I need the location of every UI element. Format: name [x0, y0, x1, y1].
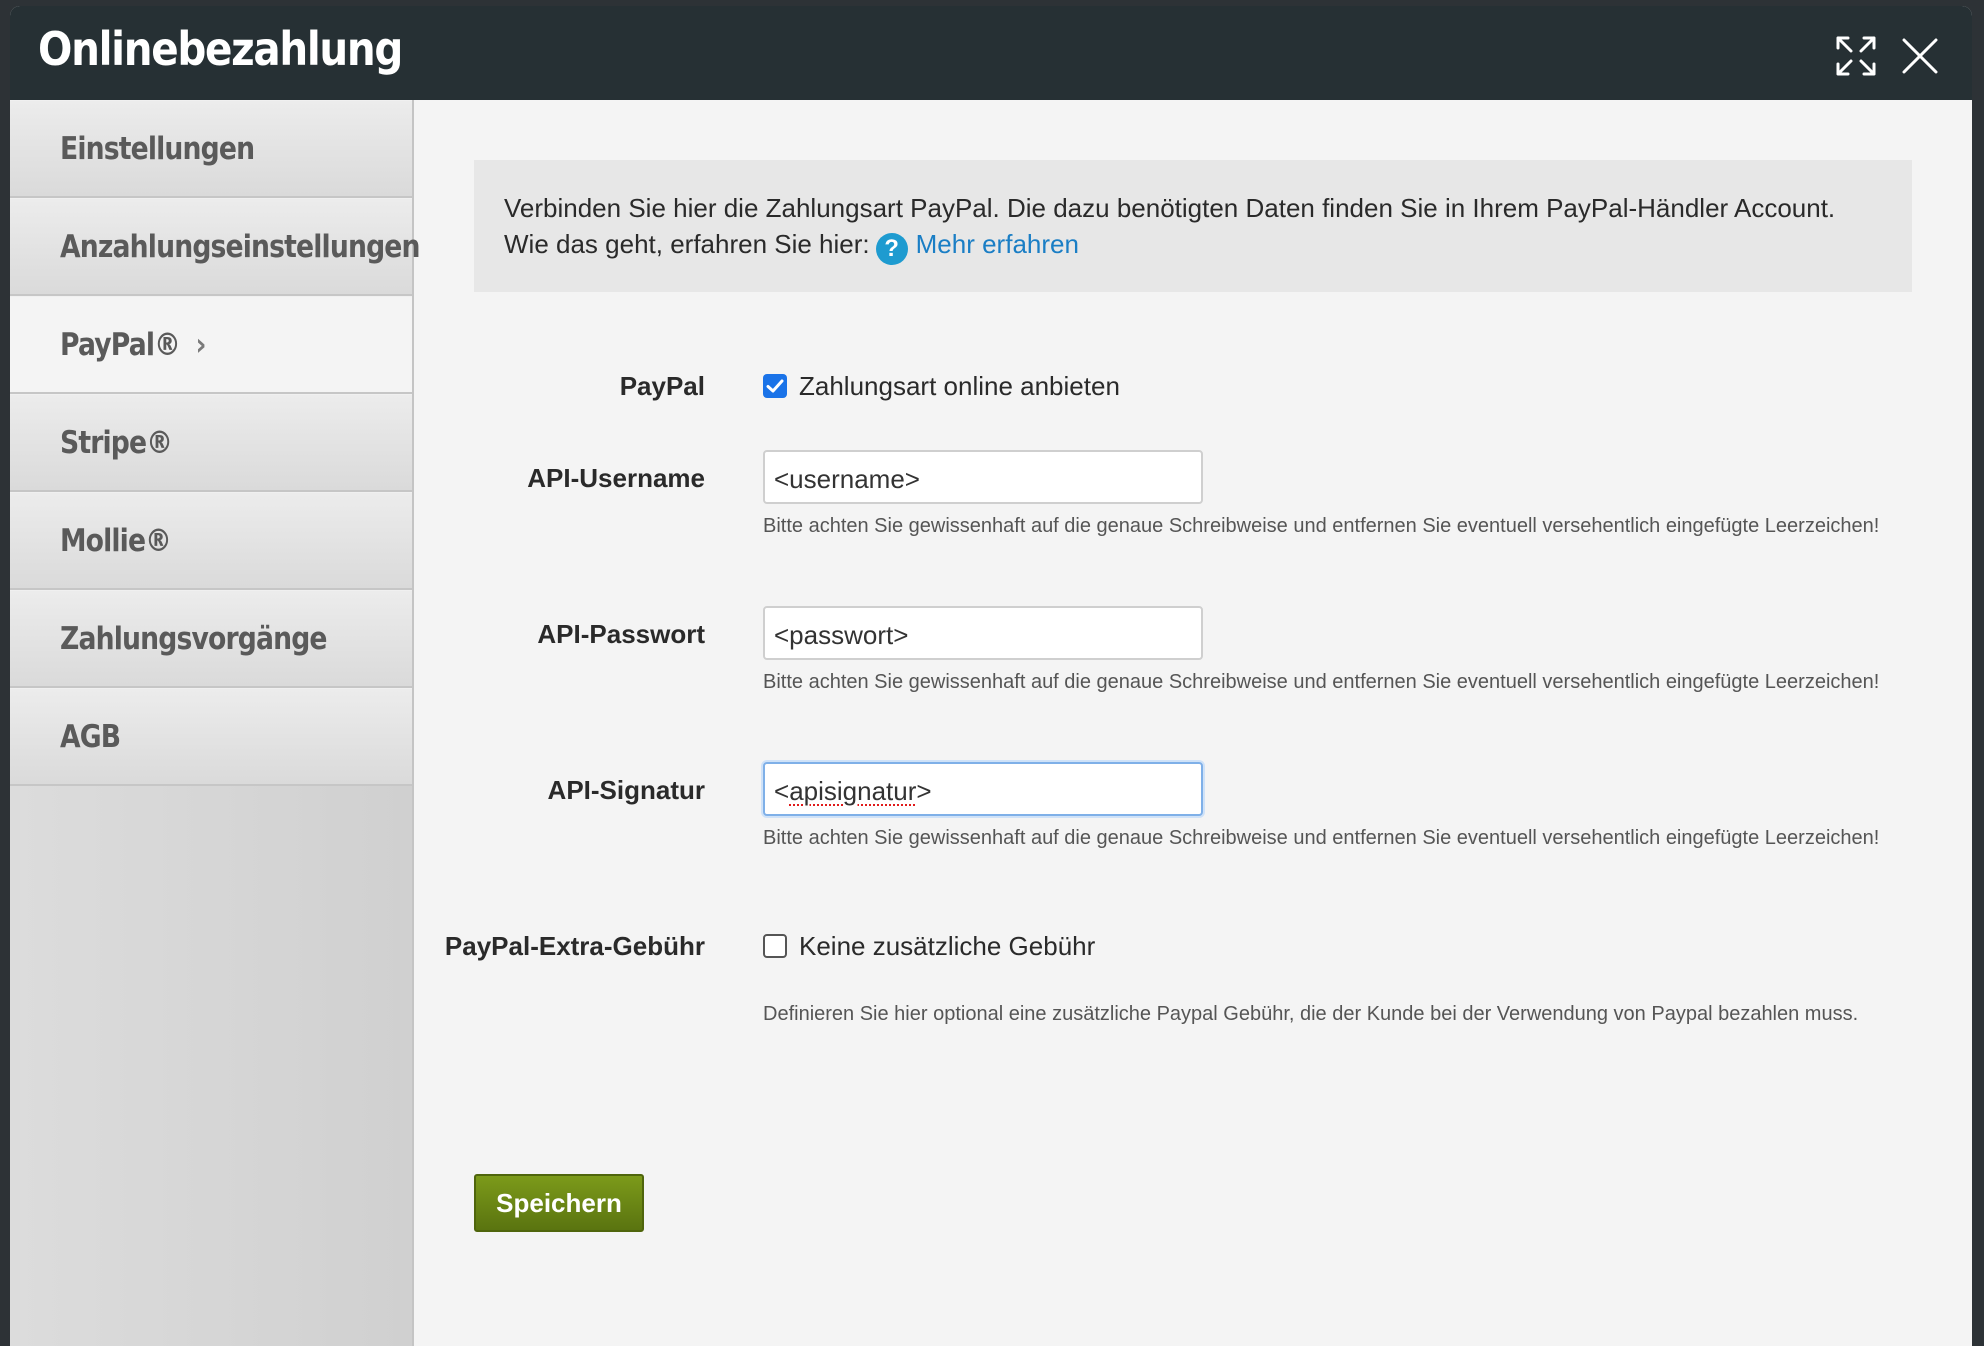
api-password-input[interactable]: <passwort>: [763, 606, 1203, 660]
title-bar: Onlinebezahlung: [10, 6, 1972, 100]
sidebar-item-stripe[interactable]: Stripe®: [10, 394, 412, 492]
sidebar-item-einstellungen[interactable]: Einstellungen: [10, 100, 412, 198]
api-signature-input[interactable]: <apisignatur>: [763, 762, 1203, 816]
api-signature-value-suffix: >: [916, 776, 932, 806]
sidebar-item-zahlungsvorgaenge[interactable]: Zahlungsvorgänge: [10, 590, 412, 688]
chevron-right-icon: ›: [195, 327, 206, 363]
checkmark-icon: [766, 379, 784, 393]
api-signature-value-word: apisignatur: [789, 776, 917, 806]
api-password-hint: Bitte achten Sie gewissenhaft auf die ge…: [763, 671, 1880, 693]
api-username-label: API-Username: [527, 463, 705, 493]
sidebar-nav: Einstellungen Anzahlungseinstellungen Pa…: [10, 100, 421, 1346]
sidebar-item-mollie[interactable]: Mollie®: [10, 492, 412, 590]
api-signature-value-prefix: <: [774, 776, 790, 806]
extra-fee-checkbox[interactable]: [763, 934, 787, 958]
extra-fee-label: PayPal-Extra-Gebühr: [444, 931, 705, 961]
sidebar-item-label: Einstellungen: [60, 131, 255, 167]
paypal-label: PayPal: [619, 371, 705, 401]
dialog-title: Onlinebezahlung: [38, 22, 403, 76]
sidebar-item-anzahlungseinstellungen[interactable]: Anzahlungseinstellungen: [10, 198, 421, 296]
close-icon: [1902, 38, 1938, 74]
paypal-enable-label[interactable]: Zahlungsart online anbieten: [799, 371, 1120, 402]
sidebar-item-paypal[interactable]: PayPal® ›: [10, 296, 412, 394]
sidebar-item-agb[interactable]: AGB: [10, 688, 412, 786]
expand-icon: [1836, 36, 1876, 76]
api-username-hint: Bitte achten Sie gewissenhaft auf die ge…: [763, 515, 1880, 537]
sidebar-item-label: Anzahlungseinstellungen: [60, 229, 421, 265]
api-signature-hint: Bitte achten Sie gewissenhaft auf die ge…: [763, 827, 1880, 849]
info-box: Verbinden Sie hier die Zahlungsart PayPa…: [474, 160, 1912, 292]
sidebar-item-label: AGB: [60, 719, 121, 755]
info-text-line2: Wie das geht, erfahren Sie hier:? Mehr er…: [504, 229, 1079, 265]
save-button[interactable]: Speichern: [474, 1174, 644, 1232]
help-icon[interactable]: ?: [875, 233, 908, 265]
dialog-window: Onlinebezahlung Einstellungen Anzahlungs…: [10, 6, 1972, 1346]
info-text-line1: Verbinden Sie hier die Zahlungsart PayPa…: [504, 193, 1836, 223]
sidebar-item-label: Zahlungsvorgänge: [60, 621, 328, 657]
sidebar-item-label: PayPal® ›: [60, 327, 206, 363]
learn-more-link[interactable]: Mehr erfahren: [916, 229, 1079, 259]
api-password-label: API-Passwort: [537, 619, 705, 649]
api-username-input[interactable]: <username>: [763, 450, 1203, 504]
close-button[interactable]: [1896, 32, 1944, 80]
expand-button[interactable]: [1832, 32, 1880, 80]
main-content: Verbinden Sie hier die Zahlungsart PayPa…: [414, 100, 1972, 1346]
sidebar-item-text: PayPal®: [60, 327, 181, 363]
extra-fee-hint: Definieren Sie hier optional eine zusätz…: [763, 1003, 1859, 1025]
sidebar-item-label: Stripe®: [60, 425, 173, 461]
paypal-enable-checkbox[interactable]: [763, 374, 787, 398]
sidebar-item-label: Mollie®: [60, 523, 172, 559]
info-text: Wie das geht, erfahren Sie hier:: [504, 229, 870, 259]
api-signature-label: API-Signatur: [547, 775, 705, 805]
extra-fee-checkbox-label[interactable]: Keine zusätzliche Gebühr: [799, 931, 1095, 962]
